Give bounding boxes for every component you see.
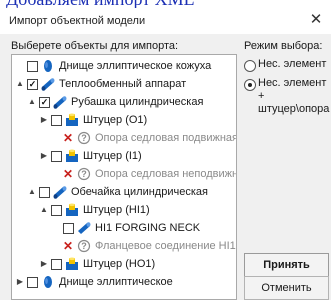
mode-option-line2: штуцер\опора [258,103,330,115]
tree-item[interactable]: ▶ Штуцер (I1) [12,147,236,165]
dialog-body: Выберете объекты для импорта: Днище элли… [0,34,331,300]
mode-option-line1: Нес. элемент + [258,77,327,102]
collapse-icon[interactable]: ▲ [39,201,49,219]
window-title-bar: Импорт объектной модели ✕ [0,8,331,35]
tree-item[interactable]: ▶ Штуцер (HO1) [12,255,236,273]
tree-item-checkbox[interactable] [63,223,74,234]
tree-item-label: Штуцер (HO1) [83,258,156,270]
cancel-button[interactable]: Отменить [244,276,329,300]
objects-label: Выберете объекты для импорта: [11,40,179,52]
cylinder-head-icon [40,275,56,289]
background-caption: Добавляем импорт XML [0,0,331,8]
question-icon: ? [76,239,92,253]
collapse-icon[interactable]: ▲ [27,93,37,111]
tree-item-label: Теплообменный аппарат [59,78,187,90]
tree-item-checkbox[interactable]: ✓ [27,79,38,90]
nozzle-icon [64,203,80,217]
collapse-icon[interactable]: ▲ [27,183,37,201]
expand-icon[interactable]: ▶ [39,111,49,129]
tree-item-label: Штуцер (HI1) [83,204,150,216]
tree-item-label: Опора седловая подвижная [95,132,237,144]
tree-item-checkbox[interactable] [27,277,38,288]
tree-item[interactable]: ▲ Обечайка цилиндрическая [12,183,236,201]
svg-text:?: ? [81,169,87,179]
tree-item-checkbox[interactable] [51,115,62,126]
mode-option-element-nozzle[interactable]: Нес. элемент + штуцер\опора [244,77,331,115]
mode-option-element-nozzle-label: Нес. элемент + штуцер\опора [258,77,331,116]
cylinder-shell-icon [52,95,68,109]
tree-item-label: Рубашка цилиндрическая [71,96,204,108]
not-importable-icon: ✕ [63,239,74,253]
tree-item-label: Днище эллиптическое [59,276,173,288]
tree-item-label: Фланцевое соединение HI1 [95,240,236,252]
tree-item-checkbox[interactable] [51,151,62,162]
expand-icon[interactable]: ▶ [39,147,49,165]
question-icon: ? [76,131,92,145]
tree-item[interactable]: ▲ Штуцер (HI1) [12,201,236,219]
accept-button[interactable]: Принять [244,253,329,277]
tree-item[interactable]: Днище эллиптическое кожуха [12,57,236,75]
tree-item-checkbox[interactable]: ✓ [39,97,50,108]
tree-item[interactable]: ✕? Опора седловая подвижная [12,129,236,147]
nozzle-icon [64,113,80,127]
collapse-icon[interactable]: ▲ [15,75,25,93]
cylinder-head-icon [40,59,56,73]
close-button[interactable]: ✕ [307,11,325,29]
neck-icon [76,221,92,235]
tree-item-label: Опора седловая неподвижная [95,168,237,180]
heat-exchanger-icon [40,77,56,91]
tree-item[interactable]: ▶ Днище эллиптическое [12,273,236,291]
radio-element-nozzle[interactable] [244,79,256,91]
tree-item[interactable]: ✕? Фланцевое соединение HI1 [12,237,236,255]
svg-text:?: ? [81,133,87,143]
tree-item-label: Обечайка цилиндрическая [71,186,208,198]
expand-icon[interactable]: ▶ [15,273,25,291]
tree-item-label: HI1 FORGING NECK [95,222,201,234]
tree-item-checkbox[interactable] [51,259,62,270]
mode-label: Режим выбора: [244,40,323,52]
cylinder-shell-icon [52,185,68,199]
window-title: Импорт объектной модели [9,15,146,27]
mode-option-element[interactable]: Нес. элемент [244,58,329,72]
tree-item[interactable]: ▲ ✓ Рубашка цилиндрическая [12,93,236,111]
expand-icon[interactable]: ▶ [39,255,49,273]
svg-text:?: ? [81,241,87,251]
tree-item-label: Штуцер (I1) [83,150,142,162]
radio-element[interactable] [244,60,256,72]
tree-item[interactable]: HI1 FORGING NECK [12,219,236,237]
tree-item-checkbox[interactable] [39,187,50,198]
nozzle-icon [64,257,80,271]
objects-tree[interactable]: Днище эллиптическое кожуха ▲ ✓ Теплообменны… [11,54,237,300]
not-importable-icon: ✕ [63,167,74,181]
tree-item-checkbox[interactable] [51,205,62,216]
tree-item[interactable]: ✕? Опора седловая неподвижная [12,165,236,183]
tree-item-checkbox[interactable] [27,61,38,72]
question-icon: ? [76,167,92,181]
not-importable-icon: ✕ [63,131,74,145]
nozzle-icon [64,149,80,163]
mode-option-element-label: Нес. элемент [258,58,327,70]
tree-item[interactable]: ▶ Штуцер (O1) [12,111,236,129]
tree-item-label: Штуцер (O1) [83,114,148,126]
tree-item-label: Днище эллиптическое кожуха [59,60,212,72]
background-caption-text: Добавляем импорт XML [6,0,195,8]
tree-item[interactable]: ▲ ✓ Теплообменный аппарат [12,75,236,93]
